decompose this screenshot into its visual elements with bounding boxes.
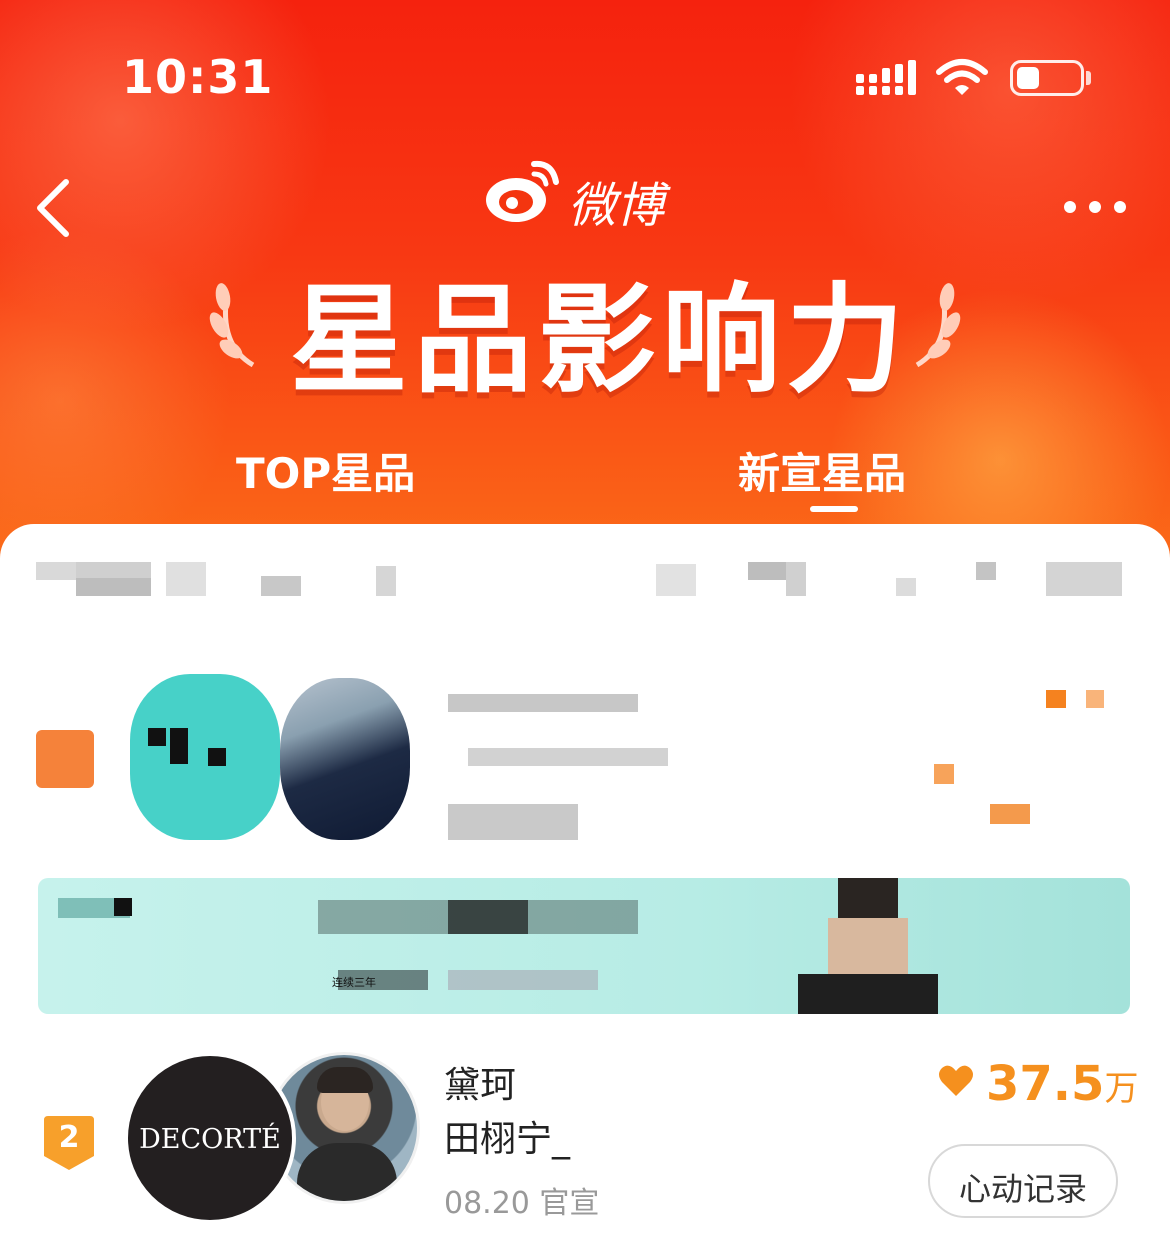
promo-banner[interactable]: 连续三年 bbox=[38, 878, 1130, 1014]
brand-name: 微博 bbox=[568, 178, 665, 234]
active-tab-indicator bbox=[810, 506, 858, 512]
heart-record-button[interactable]: 心动记录 bbox=[928, 1144, 1118, 1218]
banner-caption: 连续三年 bbox=[332, 976, 376, 989]
status-time: 10:31 bbox=[122, 50, 274, 104]
laurel-icon bbox=[209, 283, 255, 368]
announce-date: 08.20 官宣 bbox=[444, 1186, 600, 1221]
page-title: 星品影响力 bbox=[290, 271, 911, 409]
tab-new-products[interactable]: 新宣星品 bbox=[738, 440, 906, 501]
heat-score-unit: 万 bbox=[1104, 1069, 1139, 1109]
back-icon[interactable] bbox=[30, 176, 80, 240]
heat-score-value: 37.5 bbox=[986, 1056, 1105, 1112]
laurel-icon bbox=[915, 283, 961, 368]
brand-avatar-text: DECORTÉ bbox=[139, 1124, 281, 1155]
brand-avatar[interactable]: DECORTÉ bbox=[124, 1052, 296, 1224]
heat-score: 37.5万 bbox=[986, 1056, 1138, 1112]
star-name-label[interactable]: 田栩宁_ bbox=[444, 1110, 570, 1162]
weibo-logo-icon bbox=[486, 160, 559, 222]
wifi-icon bbox=[936, 59, 988, 95]
rank-number: 2 bbox=[58, 1120, 80, 1155]
pixelated-list-item bbox=[30, 668, 1140, 848]
battery-icon bbox=[1010, 60, 1084, 96]
tab-top-products[interactable]: TOP星品 bbox=[236, 440, 415, 501]
battery-tip bbox=[1086, 71, 1091, 85]
signal-icon bbox=[856, 60, 916, 95]
heart-record-label: 心动记录 bbox=[958, 1170, 1087, 1208]
brand-name-label: 黛珂 bbox=[444, 1065, 517, 1106]
heart-icon bbox=[939, 1065, 973, 1096]
pixelated-info-row bbox=[36, 558, 1126, 600]
more-icon[interactable] bbox=[1060, 196, 1130, 218]
